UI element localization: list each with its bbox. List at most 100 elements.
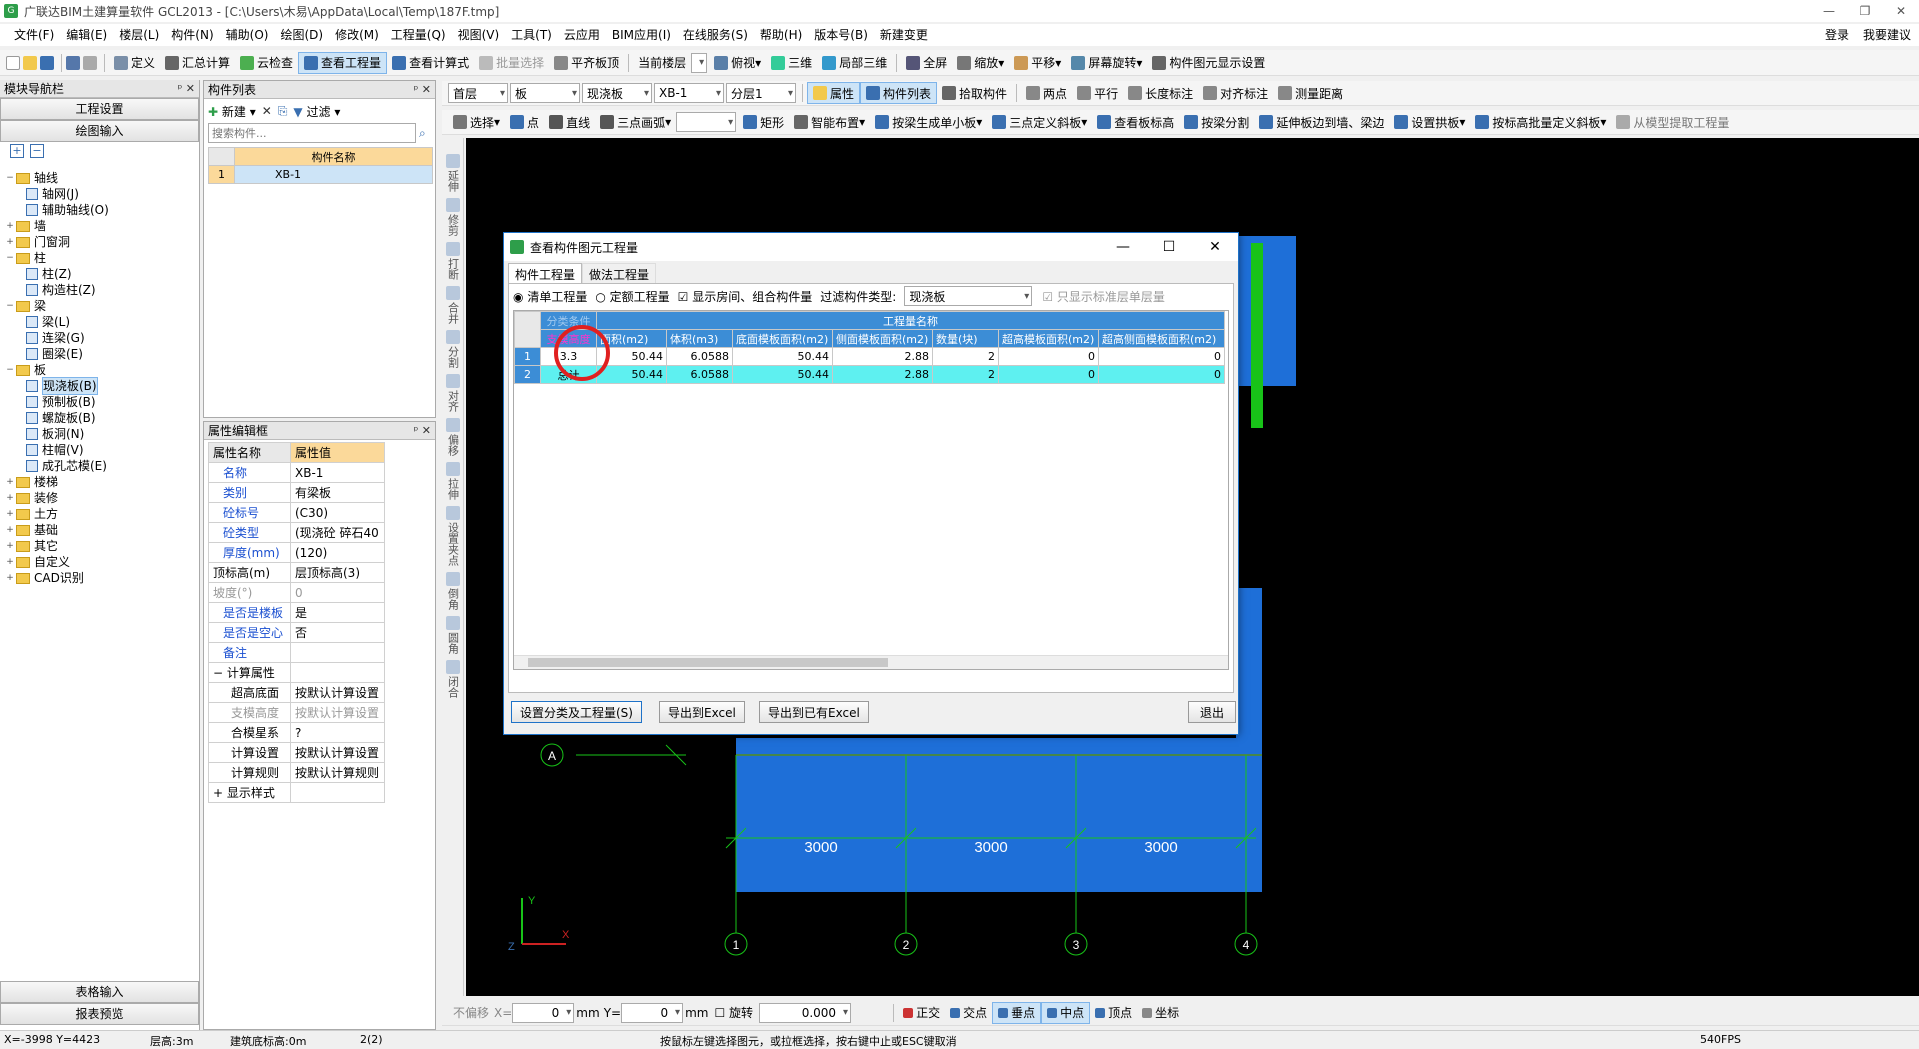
dialog-minimize-button[interactable]: — (1100, 233, 1146, 261)
top-view-button[interactable]: 俯视 ▾ (709, 52, 766, 74)
undo-icon[interactable] (66, 55, 80, 70)
property-row[interactable]: 厚度(mm) (120) (208, 542, 385, 563)
tree-folder[interactable]: + CAD识别 (4, 570, 200, 586)
intersection-snap-button[interactable]: 交点 (945, 1002, 992, 1024)
menu-cloud[interactable]: 云应用 (558, 24, 606, 46)
property-value[interactable]: 按默认计算设置 (290, 682, 385, 703)
current-floor-button[interactable]: 当前楼层 (633, 52, 691, 74)
tree-item[interactable]: 辅助轴线(O) (4, 202, 200, 218)
expand-icon[interactable]: + (4, 522, 16, 538)
property-value[interactable] (290, 642, 385, 663)
radio-list-quantity[interactable]: ◉ 清单工程量 (513, 288, 587, 305)
vtool-6[interactable]: 偏移 (442, 418, 463, 456)
open-file-icon[interactable] (23, 55, 37, 70)
new-component-button[interactable]: ✚ 新建 ▾ (208, 103, 256, 120)
minimize-button[interactable]: — (1811, 0, 1847, 22)
display-settings-button[interactable]: 构件图元显示设置 (1147, 52, 1270, 74)
tree-item[interactable]: 柱帽(V) (4, 442, 200, 458)
menu-floor[interactable]: 楼层(L) (113, 24, 165, 46)
pick-component-button[interactable]: 拾取构件 (937, 82, 1012, 104)
menu-version[interactable]: 版本号(B) (808, 24, 874, 46)
pin-close-icon[interactable]: ᵖ ✕ (178, 80, 195, 98)
pin-close-icon[interactable]: ᵖ ✕ (414, 422, 431, 440)
expand-all-icon[interactable]: + (10, 144, 24, 158)
tree-item[interactable]: 柱(Z) (4, 266, 200, 282)
menu-new-change[interactable]: 新建变更 (874, 24, 934, 46)
login-button[interactable]: 登录 (1825, 24, 1849, 46)
tab-component-quantity[interactable]: 构件工程量 (508, 263, 583, 283)
y-offset-input[interactable]: 0 (621, 1002, 684, 1023)
horizontal-scrollbar[interactable] (514, 655, 1228, 669)
tree-item[interactable]: 成孔芯模(E) (4, 458, 200, 474)
property-row[interactable]: 砼类型 (现浇砼 碎石40 (208, 522, 385, 543)
point-button[interactable]: 点 (505, 111, 544, 133)
arc-mode-select[interactable] (676, 112, 737, 132)
align-slab-top-button[interactable]: 平齐板顶 (549, 52, 624, 74)
property-value[interactable]: 层顶标高(3) (290, 562, 385, 583)
property-row[interactable]: 顶标高(m) 层顶标高(3) (208, 562, 385, 583)
tree-item[interactable]: 螺旋板(B) (4, 410, 200, 426)
collapse-icon[interactable]: − (4, 362, 16, 378)
redo-icon[interactable] (83, 55, 97, 70)
summary-calc-button[interactable]: 汇总计算 (160, 52, 235, 74)
menu-tools[interactable]: 工具(T) (505, 24, 558, 46)
scrollbar-thumb[interactable] (528, 658, 888, 667)
property-value[interactable]: 按默认计算设置 (290, 742, 385, 763)
zoom-button[interactable]: 缩放 ▾ (952, 52, 1009, 74)
export-excel-button[interactable]: 导出到Excel (659, 701, 745, 723)
maximize-button[interactable]: ❐ (1847, 0, 1883, 22)
view-formula-button[interactable]: 查看计算式 (387, 52, 474, 74)
property-value[interactable]: 按默认计算规则 (290, 762, 385, 783)
expand-icon[interactable]: + (4, 506, 16, 522)
length-dim-button[interactable]: 长度标注 (1123, 82, 1198, 104)
tree-folder[interactable]: + 装修 (4, 490, 200, 506)
project-settings-button[interactable]: 工程设置 (0, 98, 199, 120)
vtool-7[interactable]: 拉伸 (442, 462, 463, 500)
define-button[interactable]: 定义 (109, 52, 160, 74)
rotate-screen-button[interactable]: 屏幕旋转 ▾ (1066, 52, 1147, 74)
vtool-8[interactable]: 设置夹点 (442, 506, 463, 566)
select-button[interactable]: 选择 ▾ (448, 111, 505, 133)
vtool-2[interactable]: 打断 (442, 242, 463, 280)
checkbox-show-room[interactable]: ☑ 显示房间、组合构件量 (678, 288, 813, 305)
property-value[interactable]: (120) (290, 542, 385, 563)
fullscreen-button[interactable]: 全屏 (901, 52, 952, 74)
menu-edit[interactable]: 编辑(E) (60, 24, 113, 46)
floor-select[interactable]: 首层 (448, 83, 508, 103)
tree-folder[interactable]: − 梁 (4, 298, 200, 314)
property-value[interactable] (290, 782, 385, 803)
x-offset-input[interactable]: 0 (512, 1002, 575, 1023)
extend-slab-button[interactable]: 延伸板边到墙、梁边 (1254, 111, 1389, 133)
menu-assist[interactable]: 辅助(O) (220, 24, 275, 46)
tree-folder[interactable]: + 墙 (4, 218, 200, 234)
perpendicular-snap-button[interactable]: 垂点 (992, 1001, 1042, 1024)
property-value[interactable]: ? (290, 722, 385, 743)
vertex-snap-button[interactable]: 顶点 (1090, 1002, 1137, 1024)
expand-icon[interactable]: + (4, 234, 16, 250)
cloud-check-button[interactable]: 云检查 (235, 52, 298, 74)
suggest-button[interactable]: 我要建议 (1863, 24, 1911, 46)
3d-button[interactable]: 三维 (766, 52, 817, 74)
batch-slope-button[interactable]: 按标高批量定义斜板 ▾ (1470, 111, 1611, 133)
pin-close-icon[interactable]: ᵖ ✕ (414, 81, 431, 99)
rect-button[interactable]: 矩形 (738, 111, 789, 133)
property-row[interactable]: 超高底面 按默认计算设置 (208, 682, 385, 703)
vtool-1[interactable]: 修剪 (442, 198, 463, 236)
property-row[interactable]: 合模星系? (208, 722, 385, 743)
tree-item[interactable]: 构造柱(Z) (4, 282, 200, 298)
component-select[interactable]: XB-1 (654, 83, 724, 103)
tab-method-quantity[interactable]: 做法工程量 (582, 263, 657, 283)
midpoint-snap-button[interactable]: 中点 (1041, 1001, 1091, 1024)
property-value[interactable]: 否 (290, 622, 385, 643)
expand-icon[interactable]: + (4, 490, 16, 506)
table-input-button[interactable]: 表格输入 (0, 981, 199, 1003)
property-row[interactable]: 是否是空心否 (208, 622, 385, 643)
subtype-select[interactable]: 现浇板 (582, 83, 652, 103)
component-list-button[interactable]: 构件列表 (860, 82, 938, 104)
radio-norm-quantity[interactable]: ○ 定额工程量 (595, 288, 669, 305)
tree-item[interactable]: 圈梁(E) (4, 346, 200, 362)
vtool-10[interactable]: 圆角 (442, 616, 463, 654)
menu-component[interactable]: 构件(N) (165, 24, 219, 46)
filter-type-select[interactable]: 现浇板 (904, 286, 1033, 306)
menu-file[interactable]: 文件(F) (8, 24, 60, 46)
